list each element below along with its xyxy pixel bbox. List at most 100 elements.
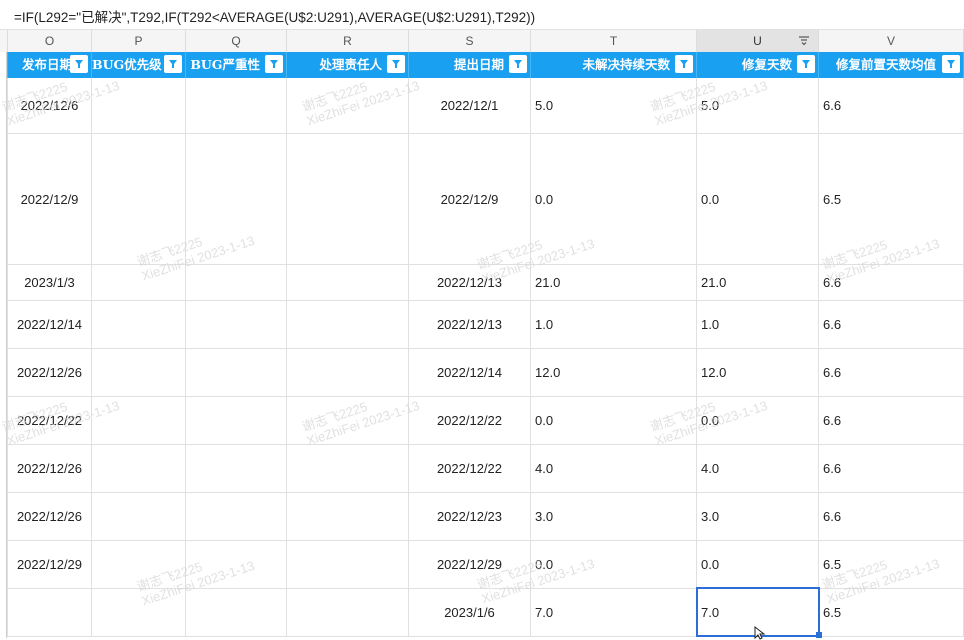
table-cell-o[interactable]: 2022/12/26	[8, 349, 92, 396]
table-cell-t[interactable]: 21.0	[531, 265, 697, 300]
table-cell-v[interactable]: 6.6	[819, 445, 964, 492]
filter-icon[interactable]	[797, 55, 815, 73]
column-letter-u[interactable]: U	[697, 30, 819, 52]
column-letter-v[interactable]: V	[819, 30, 964, 52]
table-cell-v[interactable]: 6.6	[819, 493, 964, 540]
table-cell-t[interactable]: 0.0	[531, 134, 697, 264]
column-letter-partial[interactable]	[0, 30, 8, 52]
table-cell-q[interactable]	[186, 265, 287, 300]
table-cell-o[interactable]: 2022/12/22	[8, 397, 92, 444]
table-cell-s[interactable]: 2022/12/9	[409, 134, 531, 264]
table-cell-s[interactable]: 2022/12/22	[409, 445, 531, 492]
table-cell-q[interactable]	[186, 78, 287, 133]
table-cell-r[interactable]	[287, 541, 409, 588]
table-cell-r[interactable]	[287, 78, 409, 133]
filter-icon[interactable]	[70, 55, 88, 73]
table-cell-o[interactable]: 2022/12/9	[8, 134, 92, 264]
formula-bar[interactable]: =IF(L292="已解决",T292,IF(T292<AVERAGE(U$2:…	[0, 0, 964, 30]
table-cell-q[interactable]	[186, 589, 287, 636]
formula-text[interactable]: =IF(L292="已解决",T292,IF(T292<AVERAGE(U$2:…	[14, 10, 535, 25]
table-cell-v[interactable]: 6.5	[819, 589, 964, 636]
table-cell-t[interactable]: 5.0	[531, 78, 697, 133]
table-cell-t[interactable]: 3.0	[531, 493, 697, 540]
table-cell-r[interactable]	[287, 445, 409, 492]
table-cell-v[interactable]: 6.6	[819, 301, 964, 348]
filter-icon[interactable]	[942, 55, 960, 73]
column-letter-s[interactable]: S	[409, 30, 531, 52]
table-cell-p[interactable]	[92, 589, 186, 636]
table-cell-q[interactable]	[186, 349, 287, 396]
table-cell-p[interactable]	[92, 397, 186, 444]
table-cell-o[interactable]: 2022/12/14	[8, 301, 92, 348]
table-cell-q[interactable]	[186, 493, 287, 540]
table-cell-v[interactable]: 6.6	[819, 265, 964, 300]
column-letter-p[interactable]: P	[92, 30, 186, 52]
table-cell-u[interactable]: 0.0	[697, 541, 819, 588]
table-cell-v[interactable]: 6.5	[819, 134, 964, 264]
table-cell-u[interactable]: 12.0	[697, 349, 819, 396]
table-cell-s[interactable]: 2022/12/23	[409, 493, 531, 540]
table-cell-s[interactable]: 2022/12/13	[409, 265, 531, 300]
table-cell-o[interactable]: 2022/12/26	[8, 445, 92, 492]
table-cell-r[interactable]	[287, 397, 409, 444]
filter-icon[interactable]	[509, 55, 527, 73]
table-cell-v[interactable]: 6.6	[819, 78, 964, 133]
table-cell-s[interactable]: 2022/12/1	[409, 78, 531, 133]
table-cell-o[interactable]: 2022/12/26	[8, 493, 92, 540]
filter-icon[interactable]	[164, 55, 182, 73]
column-letter-r[interactable]: R	[287, 30, 409, 52]
table-cell-p[interactable]	[92, 445, 186, 492]
table-cell-s[interactable]: 2022/12/29	[409, 541, 531, 588]
table-cell-q[interactable]	[186, 397, 287, 444]
table-cell-p[interactable]	[92, 265, 186, 300]
table-cell-t[interactable]: 12.0	[531, 349, 697, 396]
table-cell-u[interactable]: 21.0	[697, 265, 819, 300]
table-cell-t[interactable]: 0.0	[531, 541, 697, 588]
table-cell-v[interactable]: 6.6	[819, 397, 964, 444]
table-cell-u[interactable]: 0.0	[697, 134, 819, 264]
table-cell-o[interactable]: 2023/1/3	[8, 265, 92, 300]
table-cell-o[interactable]: 2022/12/6	[8, 78, 92, 133]
table-cell-r[interactable]	[287, 349, 409, 396]
table-cell-u[interactable]: 4.0	[697, 445, 819, 492]
column-letter-t[interactable]: T	[531, 30, 697, 52]
table-cell-p[interactable]	[92, 78, 186, 133]
table-cell-t[interactable]: 4.0	[531, 445, 697, 492]
table-cell-u[interactable]: 3.0	[697, 493, 819, 540]
table-cell-u[interactable]: 1.0	[697, 301, 819, 348]
filter-icon[interactable]	[387, 55, 405, 73]
table-cell-r[interactable]	[287, 134, 409, 264]
table-cell-r[interactable]	[287, 589, 409, 636]
table-cell-u[interactable]: 5.0	[697, 78, 819, 133]
table-cell-o[interactable]: 2022/12/29	[8, 541, 92, 588]
table-cell-t[interactable]: 1.0	[531, 301, 697, 348]
table-cell-q[interactable]	[186, 445, 287, 492]
table-cell-s[interactable]: 2022/12/14	[409, 349, 531, 396]
column-letter-o[interactable]: O	[8, 30, 92, 52]
filter-icon[interactable]	[675, 55, 693, 73]
table-cell-s[interactable]: 2023/1/6	[409, 589, 531, 636]
table-cell-p[interactable]	[92, 349, 186, 396]
table-cell-p[interactable]	[92, 134, 186, 264]
filter-icon[interactable]	[265, 55, 283, 73]
table-cell-t[interactable]: 7.0	[531, 589, 697, 636]
table-cell-q[interactable]	[186, 541, 287, 588]
table-cell-p[interactable]	[92, 493, 186, 540]
table-cell-q[interactable]	[186, 134, 287, 264]
table-cell-v[interactable]: 6.6	[819, 349, 964, 396]
table-cell-q[interactable]	[186, 301, 287, 348]
table-cell-p[interactable]	[92, 541, 186, 588]
table-cell-s[interactable]: 2022/12/22	[409, 397, 531, 444]
column-letter-q[interactable]: Q	[186, 30, 287, 52]
table-cell-t[interactable]: 0.0	[531, 397, 697, 444]
table-cell-r[interactable]	[287, 493, 409, 540]
table-cell-p[interactable]	[92, 301, 186, 348]
table-cell-r[interactable]	[287, 301, 409, 348]
table-cell-s[interactable]: 2022/12/13	[409, 301, 531, 348]
table-cell-o[interactable]	[8, 589, 92, 636]
table-cell-r[interactable]	[287, 265, 409, 300]
table-cell-v[interactable]: 6.5	[819, 541, 964, 588]
table-cell-u[interactable]: 0.0	[697, 397, 819, 444]
sort-menu-icon[interactable]	[798, 34, 810, 46]
fill-handle[interactable]	[816, 632, 822, 638]
